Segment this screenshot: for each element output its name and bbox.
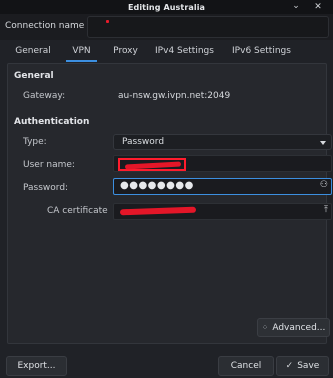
auth-type-value: Password [122,137,165,147]
connection-name-label: Connection name [5,21,85,31]
export-button[interactable]: Export... [6,356,67,376]
connection-editor-window: Editing Australia ⌄ ✕ Connection name Ge… [0,0,333,378]
username-label: User name: [23,160,75,170]
export-button-label: Export... [17,361,56,371]
redaction-mark [106,20,109,23]
redaction-scribble [124,161,182,170]
connection-name-input[interactable] [87,16,329,38]
advanced-button[interactable]: ⁘ Advanced... [257,318,330,337]
checkmark-icon: ✓ [285,361,294,371]
password-label: Password: [23,183,69,193]
gateway-label: Gateway: [23,91,66,101]
dropdown-arrow-icon [320,141,326,145]
ca-certificate-input[interactable]: ⤒ [113,203,332,220]
title-bar: Editing Australia ⌄ ✕ [0,0,333,14]
advanced-button-label: Advanced... [272,322,326,333]
tab-ipv6-settings[interactable]: IPv6 Settings [223,40,300,62]
vpn-settings-panel: General Gateway: au-nsw.gw.ivpn.net:2049… [7,63,332,344]
redaction-box [118,158,186,171]
tab-ipv4-settings[interactable]: IPv4 Settings [146,40,223,62]
tab-general[interactable]: General [8,40,58,62]
auth-type-select[interactable]: Password [113,134,332,150]
chevron-down-icon[interactable]: ⌄ [290,0,302,12]
save-button[interactable]: ✓ Save [276,356,329,376]
window-title: Editing Australia [127,2,206,12]
authentication-section-title: Authentication [14,117,90,127]
tab-proxy[interactable]: Proxy [105,40,146,62]
close-icon[interactable]: ✕ [312,1,324,13]
tab-vpn[interactable]: VPN [58,40,105,62]
username-input[interactable] [113,155,332,172]
ca-certificate-label: CA certificate [47,206,108,216]
general-section-title: General [14,71,54,81]
gateway-value[interactable]: au-nsw.gw.ivpn.net:2049 [118,91,230,101]
connection-name-row: Connection name [0,14,333,40]
tab-bar: General VPN Proxy IPv4 Settings IPv6 Set… [8,40,300,62]
save-button-label: Save [297,361,320,371]
type-label: Type: [23,137,47,147]
cancel-button-label: Cancel [230,361,262,371]
redaction-scribble [119,206,197,216]
password-input[interactable]: ●●●●●●●● ⚇ [113,178,332,195]
password-value: ●●●●●●●● [120,180,194,191]
cancel-button[interactable]: Cancel [218,356,274,376]
user-options-icon[interactable]: ⚇ [320,180,328,190]
upload-icon[interactable]: ⤒ [324,205,328,215]
advanced-settings-icon: ⁘ [261,323,269,332]
